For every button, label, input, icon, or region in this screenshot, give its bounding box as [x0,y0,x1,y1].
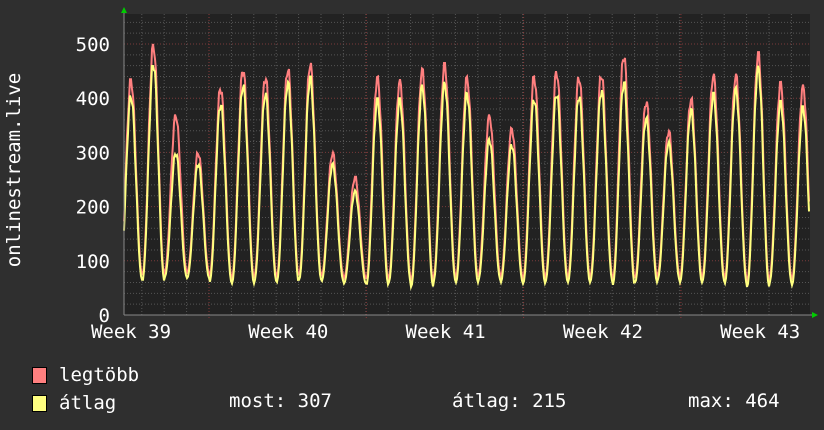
x-tick-label: Week 43 [720,321,800,343]
stat-current: most: 307 [229,390,332,412]
y-axis-label: onlinestream.live [3,73,25,267]
legend-max: legtöbb [32,364,139,386]
stat-average: átlag: 215 [452,390,567,412]
plot-area [124,14,810,315]
y-tick-label: 500 [76,34,110,56]
y-tick-label: 400 [76,88,110,110]
y-tick-label: 100 [76,251,110,273]
x-tick-label: Week 42 [563,321,643,343]
y-tick-label: 200 [76,197,110,219]
x-tick-label: Week 39 [91,321,171,343]
x-axis-arrow-icon [812,312,818,318]
y-axis-arrow-icon [121,7,127,13]
stat-max: max: 464 [688,390,780,412]
legend-avg-label: átlag [59,392,117,414]
legend-avg: átlag [32,392,116,414]
x-tick-label: Week 41 [406,321,486,343]
legend-max-label: legtöbb [59,364,140,386]
legend-swatch-avg [32,394,47,412]
legend-swatch-max [32,366,47,384]
x-tick-label: Week 40 [248,321,328,343]
y-tick-label: 300 [76,142,110,164]
